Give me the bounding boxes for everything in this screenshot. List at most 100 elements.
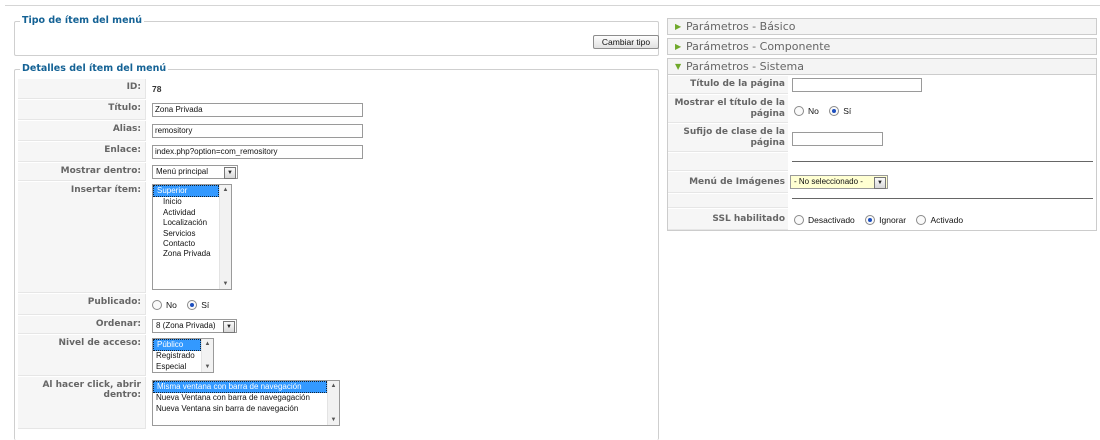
separator-line <box>792 161 1093 162</box>
alias-input[interactable]: remository <box>152 124 363 138</box>
scroll-up-icon[interactable]: ▲ <box>202 339 213 349</box>
row-page-title: Título de la página <box>668 76 1096 94</box>
title-input[interactable]: Zona Privada <box>152 103 363 117</box>
show-title-radios: No Sí <box>794 105 859 116</box>
panel-system-body: Título de la página Mostrar el título de… <box>667 75 1097 231</box>
row-ssl: SSL habilitado Desactivado Ignorar Activ… <box>668 209 1096 230</box>
chevron-down-icon[interactable]: ▼ <box>223 321 235 333</box>
show-title-label: Mostrar el título de la página <box>668 95 788 123</box>
insert-scrollbar[interactable]: ▲ ▼ <box>219 185 231 289</box>
panel-system-header[interactable]: ▼ Parámetros - Sistema <box>667 58 1097 75</box>
chevron-down-icon[interactable]: ▼ <box>224 167 236 179</box>
published-no-text: No <box>166 299 177 310</box>
ssl-off-text: Desactivado <box>808 214 855 225</box>
separator-2-label <box>668 194 788 208</box>
order-label: Ordenar: <box>18 316 146 334</box>
row-access: Nivel de acceso: Público Registrado Espe… <box>18 335 654 376</box>
show-title-no-text: No <box>808 105 819 116</box>
css-suffix-label: Sufijo de clase de la página <box>668 124 788 152</box>
row-insert: Insertar ítem: Superior Inicio Actividad… <box>18 182 654 293</box>
published-yes-text: Sí <box>201 299 210 310</box>
ssl-off-radio[interactable] <box>794 214 804 225</box>
image-menu-select[interactable]: - No seleccionado - ▼ <box>790 175 888 189</box>
panel-basic-header[interactable]: ▶ Parámetros - Básico <box>667 18 1097 35</box>
published-yes-radio[interactable] <box>187 299 198 310</box>
menu-item-type-legend: Tipo de ítem del menú <box>20 15 145 26</box>
click-target-listbox[interactable]: Misma ventana con barra de navegación Nu… <box>152 380 340 426</box>
alias-label: Alias: <box>18 121 146 141</box>
ssl-label: SSL habilitado <box>668 209 788 230</box>
row-image-menu: Menú de Imágenes - No seleccionado - ▼ <box>668 172 1096 193</box>
insert-option[interactable]: Superior <box>153 185 219 198</box>
scroll-up-icon[interactable]: ▲ <box>328 381 339 391</box>
id-label: ID: <box>18 79 146 99</box>
scroll-down-icon[interactable]: ▼ <box>328 415 339 425</box>
id-value: 78 <box>152 84 162 94</box>
title-label: Título: <box>18 100 146 120</box>
ssl-ignore-radio[interactable] <box>865 214 876 225</box>
published-no-radio[interactable] <box>152 299 162 310</box>
row-separator-2 <box>668 194 1096 208</box>
show-title-yes-radio[interactable] <box>829 105 840 116</box>
page-title-label: Título de la página <box>668 76 788 94</box>
ssl-radios: Desactivado Ignorar Activado <box>794 214 971 225</box>
menu-item-details-fieldset: Detalles del ítem del menú ID: 78 Título… <box>14 63 659 440</box>
image-menu-value: - No seleccionado - <box>794 177 863 186</box>
row-title: Título: Zona Privada <box>18 100 654 120</box>
scroll-down-icon[interactable]: ▼ <box>202 362 213 372</box>
row-click-target: Al hacer click, abrir dentro: Misma vent… <box>18 377 654 429</box>
insert-listbox[interactable]: Superior Inicio Actividad Localización S… <box>152 184 232 290</box>
access-option[interactable]: Público <box>153 339 201 352</box>
menu-item-type-fieldset: Tipo de ítem del menú Cambiar tipo <box>14 15 659 56</box>
show-title-no-radio[interactable] <box>794 105 804 116</box>
panel-system-title: Parámetros - Sistema <box>686 60 804 73</box>
click-target-option[interactable]: Nueva Ventana sin barra de navegación <box>153 404 339 414</box>
access-listbox[interactable]: Público Registrado Especial ▲ ▼ <box>152 338 214 373</box>
chevron-down-icon[interactable]: ▼ <box>874 177 886 189</box>
scroll-down-icon[interactable]: ▼ <box>220 279 231 289</box>
click-target-label: Al hacer click, abrir dentro: <box>18 377 146 429</box>
panel-component-title: Parámetros - Componente <box>686 40 831 53</box>
published-radios: No Sí <box>152 299 217 310</box>
row-alias: Alias: remository <box>18 121 654 141</box>
show-in-select[interactable]: Menú principal ▼ <box>152 165 238 179</box>
expand-arrow-icon: ▶ <box>675 42 682 51</box>
separator-line <box>792 198 1093 199</box>
order-select[interactable]: 8 (Zona Privada) ▼ <box>152 319 237 333</box>
show-in-label: Mostrar dentro: <box>18 163 146 181</box>
panel-component-header[interactable]: ▶ Parámetros - Componente <box>667 38 1097 55</box>
show-in-value: Menú principal <box>156 167 209 176</box>
collapse-arrow-icon: ▼ <box>675 62 682 71</box>
insert-label: Insertar ítem: <box>18 182 146 293</box>
scroll-up-icon[interactable]: ▲ <box>220 185 231 195</box>
css-suffix-input[interactable] <box>792 132 883 146</box>
show-title-yes-text: Sí <box>843 105 852 116</box>
access-label: Nivel de acceso: <box>18 335 146 376</box>
menu-item-details-legend: Detalles del ítem del menú <box>20 63 169 74</box>
access-scrollbar[interactable]: ▲ ▼ <box>201 339 213 372</box>
change-type-button[interactable]: Cambiar tipo <box>593 35 659 49</box>
link-input[interactable]: index.php?option=com_remository <box>152 145 363 159</box>
click-target-option[interactable]: Nueva Ventana con barra de navegagación <box>153 393 339 403</box>
row-published: Publicado: No Sí <box>18 294 654 315</box>
ssl-on-radio[interactable] <box>916 214 927 225</box>
panel-basic-title: Parámetros - Básico <box>686 20 796 33</box>
ssl-on-text: Activado <box>930 214 964 225</box>
row-show-title: Mostrar el título de la página No Sí <box>668 95 1096 123</box>
row-id: ID: 78 <box>18 79 654 99</box>
order-value: 8 (Zona Privada) <box>156 321 216 330</box>
ssl-ignore-text: Ignorar <box>879 214 907 225</box>
published-label: Publicado: <box>18 294 146 315</box>
expand-arrow-icon: ▶ <box>675 22 682 31</box>
row-link: Enlace: index.php?option=com_remository <box>18 142 654 162</box>
row-css-suffix: Sufijo de clase de la página <box>668 124 1096 152</box>
click-target-scrollbar[interactable]: ▲ ▼ <box>327 381 339 425</box>
row-separator-1 <box>668 153 1096 171</box>
link-label: Enlace: <box>18 142 146 162</box>
row-order: Ordenar: 8 (Zona Privada) ▼ <box>18 316 654 334</box>
image-menu-label: Menú de Imágenes <box>668 172 788 193</box>
row-show-in: Mostrar dentro: Menú principal ▼ <box>18 163 654 181</box>
top-divider <box>5 5 1100 6</box>
click-target-option[interactable]: Misma ventana con barra de navegación <box>153 381 327 394</box>
page-title-input[interactable] <box>792 78 922 92</box>
